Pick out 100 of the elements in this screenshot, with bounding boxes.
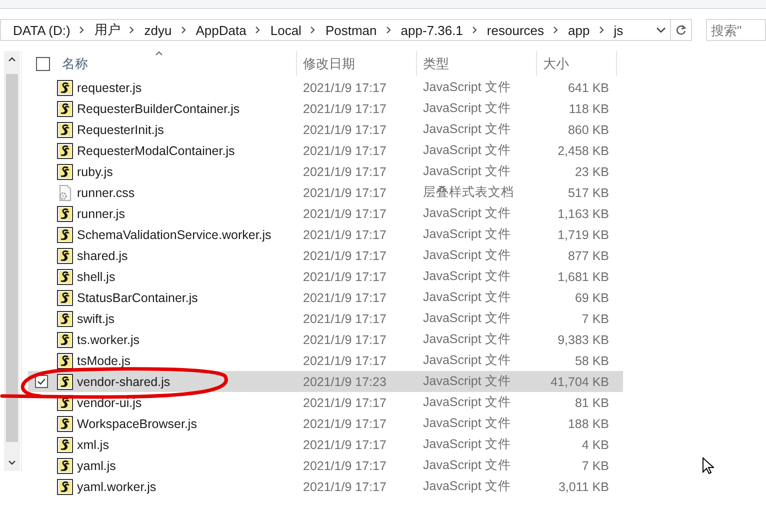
column-header[interactable]: 名称	[55, 51, 297, 76]
search-field[interactable]: 搜索"	[706, 19, 766, 41]
script-file-icon	[57, 100, 73, 116]
column-header[interactable]: 大小	[537, 51, 617, 76]
file-name: runner.css	[77, 186, 135, 200]
file-type: JavaScript 文件	[423, 206, 511, 220]
file-row[interactable]: ruby.js 2021/1/9 17:17 JavaScript 文件 23 KB	[28, 161, 623, 182]
file-size: 4 KB	[582, 438, 609, 452]
breadcrumb-item[interactable]: app-7.36.1	[400, 22, 463, 38]
chevron-icon	[180, 26, 187, 34]
file-size: 23 KB	[574, 164, 609, 178]
script-file-icon	[57, 478, 73, 494]
file-type: JavaScript 文件	[423, 437, 511, 451]
dropdown-icon[interactable]	[656, 27, 666, 33]
scroll-down-icon[interactable]	[8, 460, 16, 465]
file-name: SchemaValidationService.worker.js	[77, 228, 272, 242]
select-all-checkbox[interactable]	[36, 56, 50, 70]
file-row[interactable]: RequesterBuilderContainer.js 2021/1/9 17:17 JavaScript 文件 118 KB	[28, 98, 623, 119]
breadcrumb-item[interactable]: Postman	[325, 22, 377, 38]
file-name: runner.js	[77, 206, 125, 220]
file-row[interactable]: WorkspaceBrowser.js 2021/1/9 17:17 JavaScript 文件 188 KB	[28, 413, 623, 434]
file-name: ruby.js	[77, 164, 113, 178]
file-type: 层叠样式表文档	[423, 185, 514, 199]
modified-date: 2021/1/9 17:17	[303, 206, 386, 220]
refresh-button[interactable]	[670, 19, 692, 41]
file-row[interactable]: ts.worker.js 2021/1/9 17:17 JavaScript 文件 9,383 KB	[28, 329, 623, 350]
checkbox[interactable]	[35, 375, 48, 388]
file-type: JavaScript 文件	[423, 374, 511, 388]
file-type: JavaScript 文件	[423, 143, 511, 157]
breadcrumb-item[interactable]: Local	[270, 22, 302, 38]
file-name: tsMode.js	[77, 354, 130, 368]
file-type: JavaScript 文件	[423, 395, 511, 409]
file-row[interactable]: runner.js 2021/1/9 17:17 JavaScript 文件 1,163 KB	[28, 203, 623, 224]
modified-date: 2021/1/9 17:17	[303, 186, 386, 200]
breadcrumb-item[interactable]: js	[614, 22, 624, 38]
file-row[interactable]: swift.js 2021/1/9 17:17 JavaScript 文件 7 KB	[28, 308, 623, 329]
file-row[interactable]: tsMode.js 2021/1/9 17:17 JavaScript 文件 58 KB	[28, 350, 623, 371]
modified-date: 2021/1/9 17:17	[303, 396, 386, 410]
file-row[interactable]: shell.js 2021/1/9 17:17 JavaScript 文件 1,681 KB	[28, 266, 623, 287]
script-file-icon	[57, 436, 73, 452]
file-size: 118 KB	[568, 102, 609, 116]
file-row[interactable]: shared.js 2021/1/9 17:17 JavaScript 文件 877 KB	[28, 245, 623, 266]
modified-date: 2021/1/9 17:23	[303, 374, 386, 388]
file-type: JavaScript 文件	[423, 311, 511, 325]
column-header[interactable]: 修改日期	[297, 51, 417, 76]
breadcrumb-item[interactable]: AppData	[196, 22, 246, 38]
breadcrumb-item[interactable]: resources	[486, 22, 544, 38]
script-file-icon	[57, 122, 73, 138]
breadcrumb-item[interactable]: zdyu	[144, 22, 172, 38]
modified-date: 2021/1/9 17:17	[303, 248, 386, 262]
modified-date: 2021/1/9 17:17	[303, 80, 386, 94]
breadcrumb-item[interactable]: 用户	[94, 21, 120, 39]
file-size: 9,383 KB	[558, 332, 609, 346]
file-size: 41,704 KB	[550, 374, 609, 388]
file-size: 81 KB	[574, 396, 609, 410]
breadcrumb-item[interactable]: DATA (D:)	[13, 22, 70, 38]
modified-date: 2021/1/9 17:17	[303, 270, 386, 284]
scrollbar[interactable]	[4, 51, 20, 471]
file-size: 3,011 KB	[558, 480, 609, 494]
breadcrumb-item[interactable]: app	[568, 22, 590, 38]
file-row[interactable]: RequesterModalContainer.js 2021/1/9 17:17 JavaScript 文件 2,458 KB	[28, 140, 623, 161]
file-type: JavaScript 文件	[423, 122, 511, 136]
modified-date: 2021/1/9 17:17	[303, 122, 386, 136]
modified-date: 2021/1/9 17:17	[303, 290, 386, 304]
file-type: JavaScript 文件	[423, 80, 511, 94]
file-row[interactable]: xml.js 2021/1/9 17:17 JavaScript 文件 4 KB	[28, 434, 623, 455]
file-size: 517 KB	[568, 186, 609, 200]
address-bar[interactable]: DATA (D:) 用户 zdyu AppData Local Postman app-7.36.1 resources app js	[0, 19, 670, 41]
scrollbar-thumb[interactable]	[6, 74, 18, 442]
script-file-icon	[57, 310, 73, 326]
file-row[interactable]: yaml.js 2021/1/9 17:17 JavaScript 文件 7 KB	[28, 455, 623, 476]
modified-date: 2021/1/9 17:17	[303, 438, 386, 452]
file-row[interactable]: StatusBarContainer.js 2021/1/9 17:17 JavaScript 文件 69 KB	[28, 287, 623, 308]
script-file-icon	[57, 352, 73, 368]
file-name: vendor-ui.js	[77, 396, 142, 410]
scroll-up-icon[interactable]	[8, 57, 16, 62]
file-row[interactable]: yaml.worker.js 2021/1/9 17:17 JavaScript 文件 3,011 KB	[28, 476, 623, 497]
file-row[interactable]: vendor-shared.js 2021/1/9 17:23 JavaScript 文件 41,704 KB	[28, 371, 623, 392]
file-row[interactable]: vendor-ui.js 2021/1/9 17:17 JavaScript 文件 81 KB	[28, 392, 623, 413]
file-name: WorkspaceBrowser.js	[77, 416, 197, 430]
script-file-icon	[57, 248, 73, 264]
file-row[interactable]: runner.css 2021/1/9 17:17 层叠样式表文档 517 KB	[28, 182, 623, 203]
modified-date: 2021/1/9 17:17	[303, 332, 386, 346]
file-size: 1,681 KB	[558, 270, 609, 284]
file-row[interactable]: RequesterInit.js 2021/1/9 17:17 JavaScript 文件 860 KB	[28, 119, 623, 140]
file-name: StatusBarContainer.js	[77, 290, 198, 304]
refresh-icon[interactable]	[675, 24, 688, 36]
modified-date: 2021/1/9 17:17	[303, 144, 386, 158]
file-size: 7 KB	[582, 458, 609, 472]
modified-date: 2021/1/9 17:17	[303, 416, 386, 430]
script-file-icon	[57, 206, 73, 222]
script-file-icon	[57, 142, 73, 158]
file-name: yaml.worker.js	[77, 480, 156, 494]
file-name: RequesterInit.js	[77, 122, 164, 136]
file-type: JavaScript 文件	[423, 227, 511, 241]
file-row[interactable]: SchemaValidationService.worker.js 2021/1/9 17:17 JavaScript 文件 1,719 KB	[28, 224, 623, 245]
modified-date: 2021/1/9 17:17	[303, 102, 386, 116]
column-header[interactable]: 类型	[417, 51, 537, 76]
file-type: JavaScript 文件	[423, 458, 511, 472]
file-row[interactable]: requester.js 2021/1/9 17:17 JavaScript 文件 641 KB	[28, 77, 623, 98]
